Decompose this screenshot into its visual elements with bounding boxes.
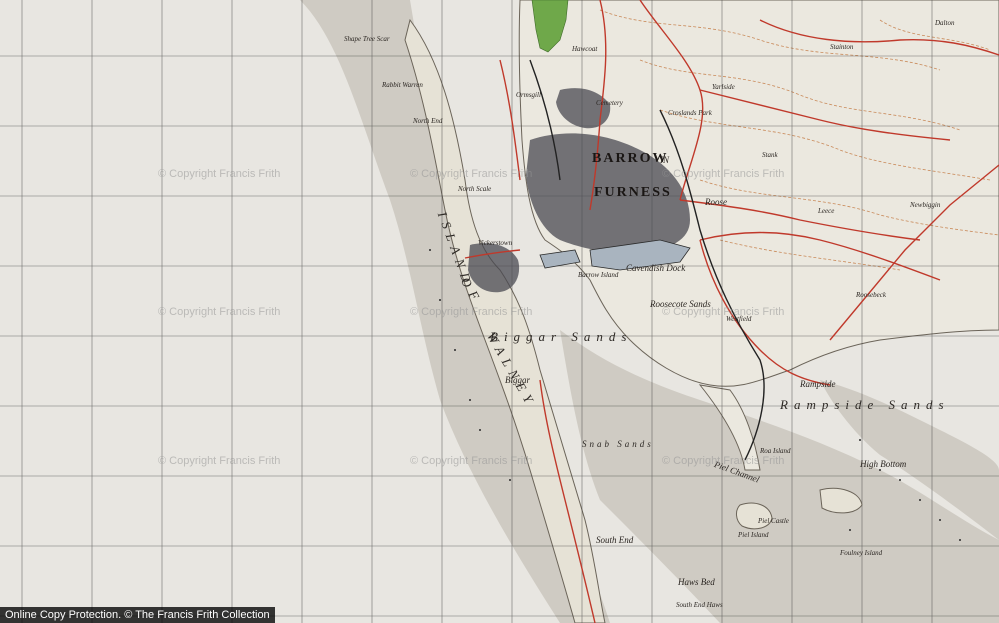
label-foulney-island: Foulney Island xyxy=(840,549,883,557)
watermark: © Copyright Francis Frith xyxy=(158,455,281,467)
label-roa-island: Roa Island xyxy=(760,447,791,455)
label-stainton: Stainton xyxy=(830,43,854,51)
watermark: © Copyright Francis Frith xyxy=(158,306,281,318)
label-ormsgill: Ormsgill xyxy=(516,91,541,99)
label-rampside-sands: Rampside Sands xyxy=(780,397,950,412)
label-stank: Stank xyxy=(762,151,778,159)
watermark: © Copyright Francis Frith xyxy=(158,168,281,180)
label-south-end: South End xyxy=(596,535,634,545)
label-cavendish-dock: Cavendish Dock xyxy=(626,263,686,273)
label-biggar-sands: Biggar Sands xyxy=(490,329,633,344)
label-newbiggin: Newbiggin xyxy=(910,201,941,209)
label-haws-bed: Haws Bed xyxy=(678,577,715,587)
watermark: © Copyright Francis Frith xyxy=(662,306,785,318)
label-south-end-haws: South End Haws xyxy=(676,601,723,609)
label-in: IN xyxy=(660,155,669,165)
label-vickerstown: Vickerstown xyxy=(478,239,513,247)
label-hawcoat: Hawcoat xyxy=(572,45,598,53)
watermark: © Copyright Francis Frith xyxy=(410,168,533,180)
label-yarlside: Yarlside xyxy=(712,83,735,91)
label-north-scale: North Scale xyxy=(458,185,492,193)
watermark: © Copyright Francis Frith xyxy=(410,455,533,467)
label-high-bottom: High Bottom xyxy=(860,459,907,469)
label-furness: FURNESS xyxy=(594,185,672,200)
label-leece: Leece xyxy=(818,207,835,215)
label-barrow: BARROW xyxy=(592,151,669,166)
map-canvas[interactable]: BARROW IN FURNESS Cavendish Dock Biggar … xyxy=(0,0,999,623)
watermark: © Copyright Francis Frith xyxy=(662,455,785,467)
label-rabbit-warren: Rabbit Warren xyxy=(382,81,423,89)
label-barrow-island: Barrow Island xyxy=(578,271,619,279)
label-north-end: North End xyxy=(413,117,443,125)
label-piel-island: Piel Island xyxy=(738,531,769,539)
label-rampside: Rampside xyxy=(800,379,836,389)
label-crosslands-park: Croslands Park xyxy=(668,109,712,117)
label-cemetery: Cemetery xyxy=(596,99,623,107)
copyright-footer: Online Copy Protection. © The Francis Fr… xyxy=(0,607,275,623)
label-dalton: Dalton xyxy=(935,19,955,27)
label-roose: Roose xyxy=(705,197,727,207)
label-snab-sands: Snab Sands xyxy=(582,439,654,449)
watermark: © Copyright Francis Frith xyxy=(662,168,785,180)
label-biggar: Biggar xyxy=(505,375,531,385)
label-roosebeck: Roosebeck xyxy=(856,291,886,299)
watermark: © Copyright Francis Frith xyxy=(410,306,533,318)
label-shape-tree-scar: Shape Tree Scar xyxy=(344,35,390,43)
label-piel-castle: Piel Castle xyxy=(758,517,789,525)
